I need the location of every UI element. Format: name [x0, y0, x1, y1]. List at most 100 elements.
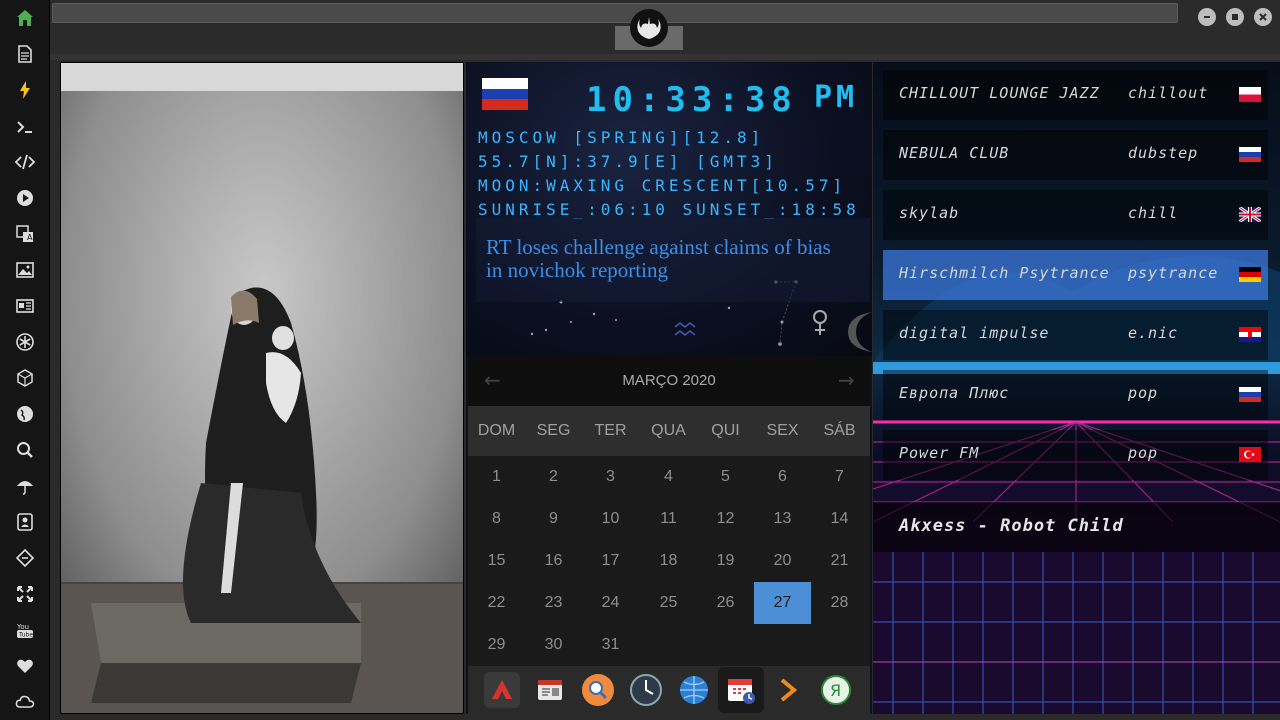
document-icon[interactable]	[12, 41, 38, 67]
arrow-app-icon[interactable]	[770, 672, 806, 708]
calendar-day[interactable]: 8	[468, 498, 525, 540]
code-icon[interactable]	[12, 149, 38, 175]
calendar-day[interactable]: 23	[525, 582, 582, 624]
svg-text:A: A	[27, 233, 33, 242]
calendar-day[interactable]: 1	[468, 456, 525, 498]
weekday-label: SÁB	[823, 422, 856, 439]
calendar-news-icon[interactable]	[532, 672, 568, 708]
uk-flag-icon	[1239, 207, 1261, 222]
calendar-day[interactable]: 18	[640, 540, 697, 582]
translate-icon[interactable]: A	[12, 221, 38, 247]
close-button[interactable]	[1254, 8, 1272, 26]
calendar-day-today[interactable]: 27	[754, 582, 811, 624]
now-playing-title: Akxess - Robot Child	[899, 516, 1124, 536]
clock-app-icon[interactable]	[628, 672, 664, 708]
calendar-day[interactable]: 20	[754, 540, 811, 582]
flash-icon[interactable]	[12, 77, 38, 103]
settings-icon[interactable]	[12, 329, 38, 355]
weekday-label: QUA	[651, 422, 686, 439]
calendar-day[interactable]: 26	[697, 582, 754, 624]
station-row[interactable]: skylab chill	[883, 190, 1268, 240]
station-row-active[interactable]: Hirschmilch Psytrance psytrance	[883, 250, 1268, 300]
vector-app-icon[interactable]	[484, 672, 520, 708]
heart-icon[interactable]	[12, 653, 38, 679]
calendar-day[interactable]: 29	[468, 624, 525, 666]
calendar-day[interactable]: 5	[697, 456, 754, 498]
svg-text:You: You	[16, 623, 29, 631]
search-icon[interactable]	[12, 437, 38, 463]
calendar-day[interactable]: 25	[640, 582, 697, 624]
left-sidebar: A You Tube	[0, 0, 50, 720]
browser-icon[interactable]	[676, 672, 712, 708]
calendar-day[interactable]: 9	[525, 498, 582, 540]
calendar-day[interactable]: 13	[754, 498, 811, 540]
clock-time: 10:33:38	[586, 80, 798, 120]
now-playing-bar: Akxess - Robot Child	[873, 502, 1280, 552]
calendar-day[interactable]: 11	[640, 498, 697, 540]
home-icon[interactable]	[12, 5, 38, 31]
station-row[interactable]: Power FM pop	[883, 430, 1268, 480]
weekday-label: TER	[594, 422, 627, 439]
play-icon[interactable]	[12, 185, 38, 211]
yandex-icon[interactable]: Я	[818, 672, 854, 708]
minimize-button[interactable]	[1198, 8, 1216, 26]
russia-flag-icon	[482, 78, 528, 110]
calendar-weekdays: DOM SEG TER QUA QUI SEX SÁB	[468, 406, 870, 456]
aquarius-icon	[674, 321, 696, 337]
umbrella-icon[interactable]	[12, 473, 38, 499]
calendar-day[interactable]: 21	[811, 540, 868, 582]
cloud-icon[interactable]	[12, 689, 38, 715]
calendar-month-title: MARÇO 2020	[622, 372, 716, 389]
news-headline[interactable]: RT loses challenge against claims of bia…	[486, 236, 846, 282]
station-row[interactable]: CHILLOUT LOUNGE JAZZ chillout	[883, 70, 1268, 120]
calendar-app-icon[interactable]	[718, 667, 764, 713]
calendar-day[interactable]: 24	[582, 582, 639, 624]
station-row[interactable]: Европа Плюс pop	[883, 370, 1268, 420]
weekday-label: QUI	[711, 422, 740, 439]
news-icon[interactable]	[12, 293, 38, 319]
calendar-day[interactable]: 7	[811, 456, 868, 498]
calendar-day[interactable]: 19	[697, 540, 754, 582]
cube-icon[interactable]	[12, 365, 38, 391]
calendar-day[interactable]: 15	[468, 540, 525, 582]
next-month-button[interactable]: →	[838, 368, 855, 392]
calendar-day[interactable]: 17	[582, 540, 639, 582]
sunrise-sunset: SUNRISE_:06:10 SUNSET_:18:58	[478, 200, 860, 219]
calendar-day[interactable]: 10	[582, 498, 639, 540]
venus-icon	[813, 310, 827, 335]
youtube-icon[interactable]: You Tube	[12, 617, 38, 643]
calendar-day[interactable]: 12	[697, 498, 754, 540]
calendar-day[interactable]: 22	[468, 582, 525, 624]
calendar-day[interactable]: 14	[811, 498, 868, 540]
maximize-button[interactable]	[1226, 8, 1244, 26]
logo-tab[interactable]	[615, 0, 683, 50]
station-row[interactable]: NEBULA CLUB dubstep	[883, 130, 1268, 180]
calendar-day[interactable]: 2	[525, 456, 582, 498]
photo-panel	[60, 62, 464, 714]
top-divider	[50, 54, 1280, 60]
app-dock: Я	[468, 666, 870, 714]
city-season: MOSCOW [SPRING][12.8]	[478, 128, 765, 147]
globe-icon[interactable]	[12, 401, 38, 427]
russia-flag-icon	[1239, 147, 1261, 162]
moon-phase: MOON:WAXING CRESCENT[10.57]	[478, 176, 847, 195]
weekday-label: DOM	[477, 422, 516, 439]
tag-icon[interactable]	[12, 545, 38, 571]
russia-flag-icon	[1239, 387, 1261, 402]
weekday-label: SEG	[536, 422, 571, 439]
image-icon[interactable]	[12, 257, 38, 283]
station-row[interactable]: digital impulse e.nic	[883, 310, 1268, 360]
expand-icon[interactable]	[12, 581, 38, 607]
calendar-day[interactable]: 16	[525, 540, 582, 582]
calendar-day[interactable]: 3	[582, 456, 639, 498]
calendar-day[interactable]: 30	[525, 624, 582, 666]
germany-flag-icon	[1239, 267, 1261, 282]
calendar-day[interactable]: 4	[640, 456, 697, 498]
contacts-icon[interactable]	[12, 509, 38, 535]
calendar-day[interactable]: 31	[582, 624, 639, 666]
calendar-day[interactable]: 28	[811, 582, 868, 624]
search-app-icon[interactable]	[580, 672, 616, 708]
terminal-icon[interactable]	[12, 114, 38, 140]
calendar-day[interactable]: 6	[754, 456, 811, 498]
desktop: A You Tube 10:33:38 PM MOSCOW [SPRING][1…	[0, 0, 1280, 720]
